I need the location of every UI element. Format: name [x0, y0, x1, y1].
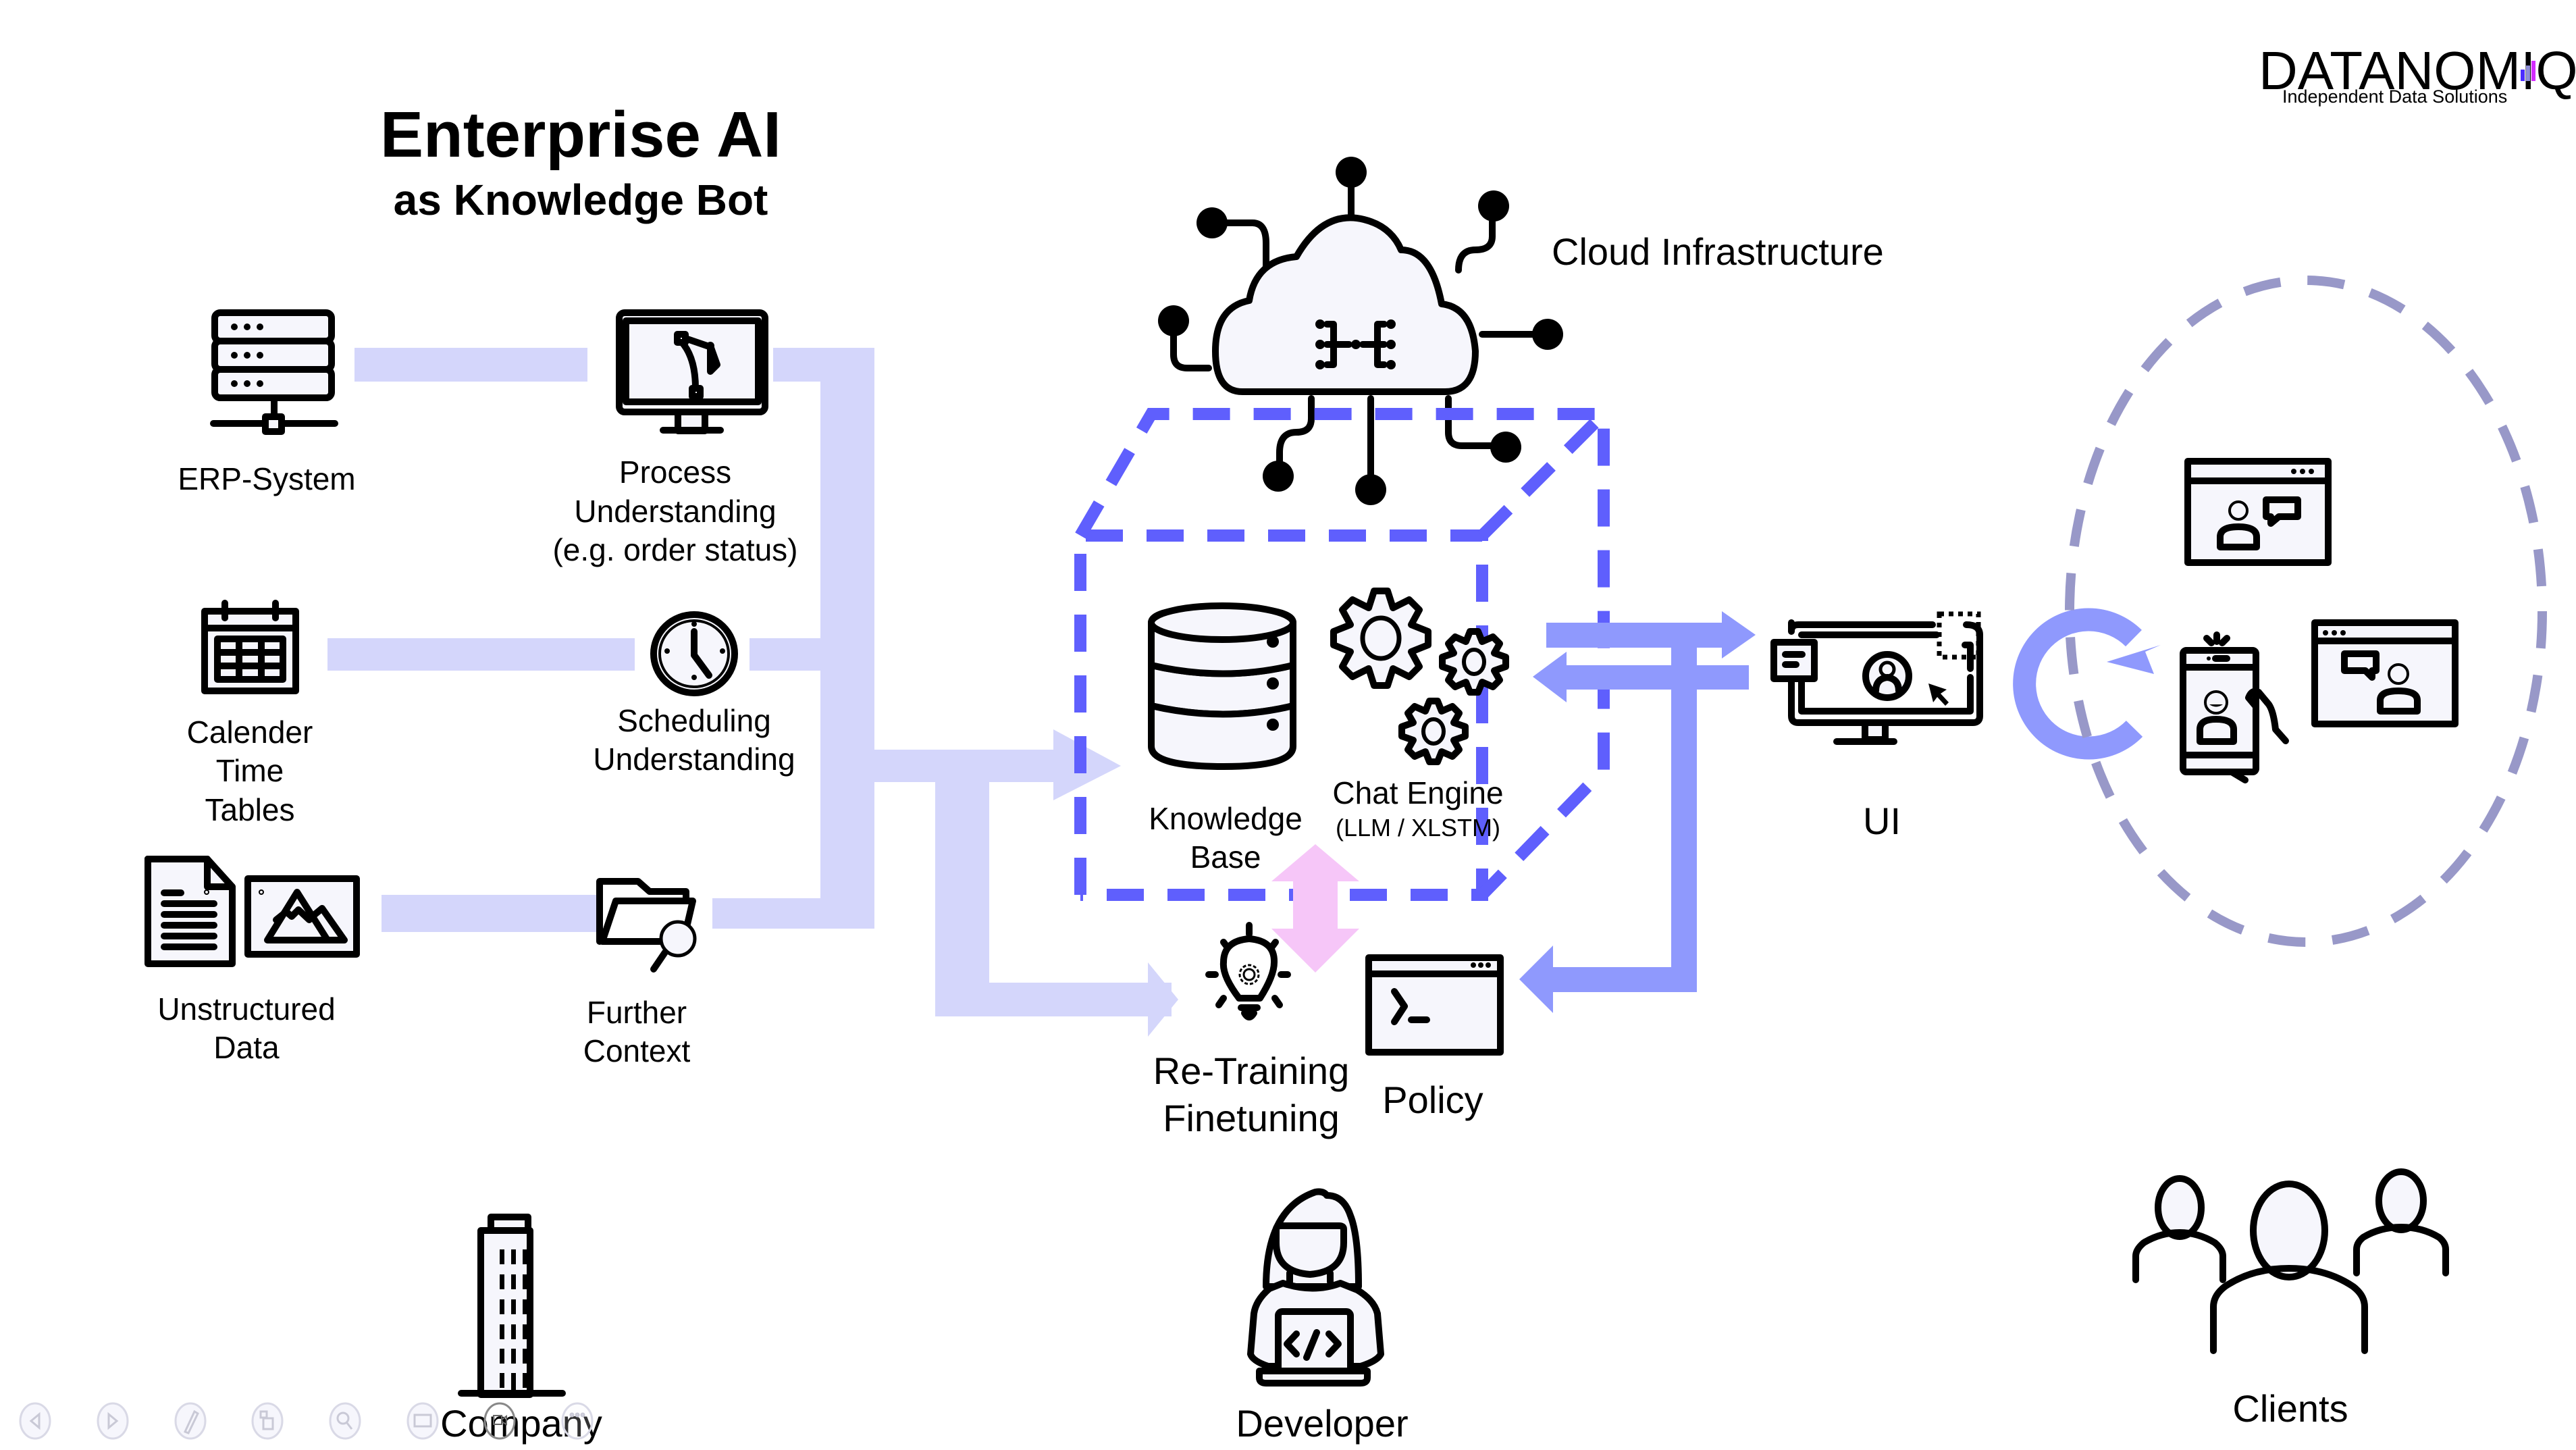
source-label: Data	[213, 1030, 280, 1065]
monitor-bezier-icon	[616, 309, 768, 434]
subtitles-button[interactable]	[406, 1402, 439, 1440]
flow-trunk	[820, 348, 874, 929]
database-icon	[1148, 602, 1296, 770]
clock-icon	[650, 611, 738, 696]
gears-icon	[1330, 588, 1509, 765]
flow-to-core-head	[1053, 729, 1121, 800]
browser-chat-icon	[2311, 619, 2459, 727]
title-main: Enterprise AI	[380, 99, 781, 171]
chat-engine-label: Chat Engine	[1332, 775, 1503, 810]
understanding-context[interactable]: Further Context	[583, 878, 697, 1068]
policy-label: Policy	[1382, 1079, 1483, 1121]
understanding-label: Understanding	[574, 494, 776, 529]
source-label: Unstructured	[157, 991, 335, 1027]
logo-bar	[2531, 61, 2535, 81]
next-button[interactable]	[97, 1402, 129, 1440]
smartphone-video-icon	[2180, 631, 2289, 783]
previous-button[interactable]	[19, 1402, 51, 1440]
actor-clients[interactable]: Clients	[2132, 1168, 2449, 1430]
flow-to-retraining-head	[1148, 962, 1178, 1037]
flow-to-retraining	[935, 983, 1172, 1016]
understanding-label: Scheduling	[617, 703, 771, 738]
logo-tagline: Independent Data Solutions	[2282, 86, 2507, 107]
retraining-label: Re-Training	[1153, 1050, 1349, 1092]
server-icon	[210, 309, 338, 435]
source-unstructured[interactable]: Unstructured Data	[144, 856, 360, 1065]
flow-ui-to-core	[1563, 665, 1749, 690]
source-label: Time	[216, 753, 284, 788]
diagram-canvas: Enterprise AI as Knowledge Bot DATANOMIQ…	[19, 41, 2576, 1445]
knowledge-base-label: Base	[1190, 839, 1261, 875]
training-arrow	[1271, 844, 1359, 973]
policy[interactable]: Policy	[1365, 954, 1504, 1121]
flow-ui-to-core-head	[1533, 652, 1567, 702]
understanding-label: Process	[619, 455, 731, 490]
understanding-label: Context	[583, 1033, 691, 1068]
ui-node[interactable]: UI	[1770, 611, 1983, 842]
chat-engine-sublabel: (LLM / XLSTM)	[1336, 814, 1500, 841]
source-label: Calender	[187, 715, 313, 750]
flow-erp-process	[354, 348, 587, 382]
flow-ui-down	[1671, 648, 1697, 992]
users-group-icon	[2132, 1168, 2449, 1354]
logo-bar	[2526, 66, 2530, 81]
pen-button[interactable]	[174, 1402, 207, 1440]
knowledge-base-label: Knowledge	[1149, 801, 1303, 836]
zoom-button[interactable]	[329, 1402, 361, 1440]
logo-bar	[2521, 70, 2525, 81]
retraining-label: Finetuning	[1163, 1097, 1340, 1139]
folder-search-icon	[596, 878, 697, 973]
more-button[interactable]	[561, 1402, 594, 1440]
cloud-infrastructure[interactable]: Cloud Infrastructure	[1158, 157, 1884, 505]
monitor-user-icon	[1770, 611, 1983, 745]
logo: DATANOMIQ Independent Data Solutions	[2259, 41, 2576, 107]
cloud-label: Cloud Infrastructure	[1552, 230, 1884, 273]
ui-flows	[1519, 611, 1756, 1013]
calendar-icon	[201, 600, 299, 694]
refresh-arrow-icon	[2013, 608, 2161, 760]
flow-core-to-ui	[1546, 623, 1735, 648]
actor-label: Developer	[1236, 1402, 1408, 1445]
source-erp[interactable]: ERP-System	[178, 309, 356, 496]
document-image-icon	[144, 856, 360, 967]
source-label: Tables	[205, 792, 295, 827]
title-sub: as Knowledge Bot	[394, 176, 768, 224]
understanding-label: Further	[587, 995, 687, 1030]
understanding-process[interactable]: Process Understanding (e.g. order status…	[552, 309, 798, 567]
lightbulb-gear-icon	[1205, 922, 1291, 1020]
input-flows	[327, 348, 1178, 1037]
flow-unstructured-context	[382, 895, 601, 932]
understanding-label: (e.g. order status)	[552, 532, 797, 567]
flow-to-policy-head	[1519, 946, 1553, 1013]
clients-ellipse	[2065, 276, 2547, 947]
developer-icon	[1247, 1188, 1384, 1387]
flow-branch	[935, 750, 989, 1016]
actor-label: Clients	[2232, 1387, 2348, 1430]
ui-label: UI	[1863, 800, 1901, 842]
source-calendar[interactable]: Calender Time Tables	[187, 600, 313, 827]
terminal-window-icon	[1365, 954, 1504, 1056]
client-channel-web-1	[2184, 458, 2332, 566]
cloud-network-icon	[1158, 157, 1563, 505]
understanding-label: Understanding	[593, 742, 795, 777]
knowledge-base[interactable]: Knowledge Base	[1148, 602, 1303, 875]
source-label: ERP-System	[178, 461, 355, 496]
browser-chat-icon	[2184, 458, 2332, 566]
slides-button[interactable]	[251, 1402, 284, 1440]
client-channel-web-2	[2311, 619, 2459, 727]
actor-developer[interactable]: Developer	[1236, 1188, 1409, 1445]
building-icon	[458, 1214, 566, 1398]
flow-core-to-ui-head	[1722, 611, 1756, 658]
client-channel-mobile	[2180, 631, 2289, 783]
flow-calendar-scheduling	[327, 638, 635, 671]
flow-to-policy	[1550, 967, 1697, 992]
